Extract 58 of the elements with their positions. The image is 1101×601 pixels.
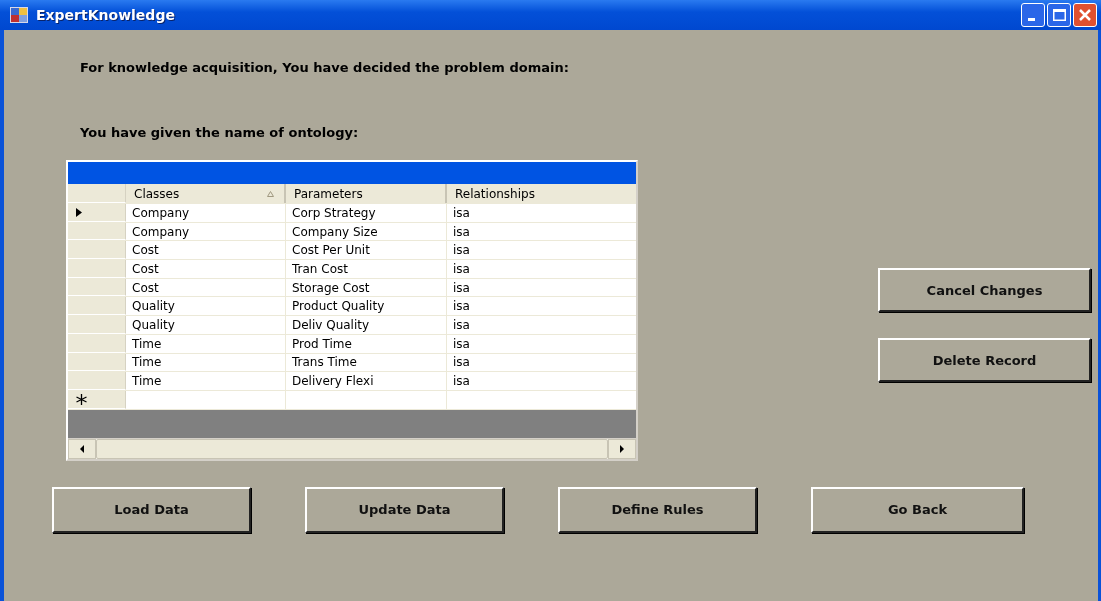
row-header[interactable] bbox=[68, 204, 126, 222]
table-cell: Storage Cost bbox=[286, 278, 447, 297]
window-title: ExpertKnowledge bbox=[36, 7, 175, 23]
minimize-button[interactable] bbox=[1021, 3, 1045, 27]
table-cell: Trans Time bbox=[286, 353, 447, 372]
close-button[interactable] bbox=[1073, 3, 1097, 27]
current-row-icon bbox=[76, 207, 82, 217]
maximize-button[interactable] bbox=[1047, 3, 1071, 27]
table-cell: Company bbox=[126, 204, 286, 222]
table-cell: Product Quality bbox=[286, 297, 447, 316]
action-button[interactable]: Cancel Changes bbox=[878, 268, 1091, 312]
new-row-icon bbox=[76, 393, 87, 405]
action-button[interactable]: Delete Record bbox=[878, 338, 1091, 382]
left-arrow-icon bbox=[79, 444, 85, 453]
action-button[interactable]: Load Data bbox=[52, 486, 251, 533]
table-cell: Cost bbox=[126, 260, 286, 278]
scroll-right-button[interactable] bbox=[608, 438, 636, 459]
table-cell: Time bbox=[126, 334, 286, 353]
table-cell-text: isa bbox=[452, 223, 471, 241]
minimize-icon bbox=[1027, 17, 1035, 21]
table-cell-text: isa bbox=[452, 204, 471, 222]
table-cell-text: isa bbox=[452, 354, 471, 372]
prompt-text: For knowledge acquisition, You have decided the problem domain: bbox=[80, 60, 570, 77]
table-cell: Delivery Flexi bbox=[286, 372, 447, 390]
table-cell-text: isa bbox=[452, 373, 471, 390]
table-cell: Tran Cost bbox=[286, 260, 447, 278]
table-cell: Time bbox=[126, 353, 286, 372]
prompt-text: You have given the name of ontology: bbox=[80, 125, 360, 142]
table-cell-text: isa bbox=[452, 242, 471, 260]
table-cell: Cost bbox=[126, 278, 286, 297]
table-cell-text: isa bbox=[452, 298, 471, 316]
table-cell: Prod Time bbox=[286, 334, 447, 353]
table-cell-text: isa bbox=[452, 316, 471, 334]
table-cell: Quality bbox=[126, 297, 286, 316]
table-cell: Company bbox=[126, 222, 286, 241]
table-cell-text: isa bbox=[452, 279, 471, 297]
table-cell: Corp Strategy bbox=[286, 204, 447, 222]
row-header-corner bbox=[68, 184, 126, 203]
table-cell: Deliv Quality bbox=[286, 316, 447, 334]
close-icon bbox=[1079, 9, 1091, 21]
table-cell: Quality bbox=[126, 316, 286, 334]
app-icon bbox=[10, 7, 28, 23]
table-cell: Cost bbox=[126, 241, 286, 260]
maximize-icon bbox=[1052, 9, 1066, 21]
table-cell-text: isa bbox=[452, 260, 471, 278]
table-cell: Cost Per Unit bbox=[286, 241, 447, 260]
action-button[interactable]: Define Rules bbox=[558, 486, 757, 533]
right-arrow-icon bbox=[619, 444, 625, 453]
column-header[interactable]: Relationships bbox=[447, 184, 636, 203]
action-button[interactable]: Go Back bbox=[811, 486, 1024, 533]
table-cell: Time bbox=[126, 372, 286, 390]
column-header[interactable]: Classes bbox=[126, 184, 286, 203]
action-button[interactable]: Update Data bbox=[305, 486, 504, 533]
table-cell-text: isa bbox=[452, 335, 471, 353]
data-grid[interactable] bbox=[66, 160, 638, 461]
column-header[interactable]: Parameters bbox=[286, 184, 447, 203]
scroll-left-button[interactable] bbox=[68, 438, 96, 459]
table-cell: Company Size bbox=[286, 222, 447, 241]
